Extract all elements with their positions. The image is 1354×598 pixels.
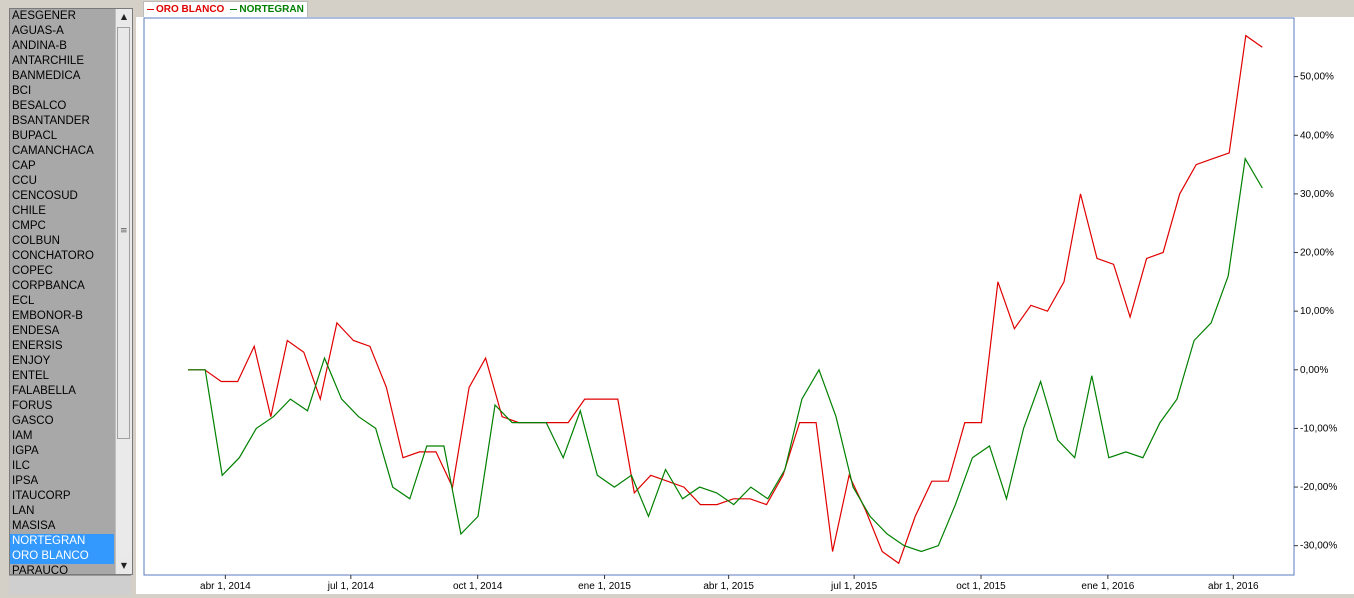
y-tick-label: -10,00% bbox=[1300, 423, 1337, 434]
stock-list: AESGENER AGUAS-A ANDINA-B ANTARCHILE BANMEDI… bbox=[10, 9, 114, 574]
x-tick-label: jul 1, 2015 bbox=[830, 581, 878, 592]
list-item[interactable]: ENJOY bbox=[10, 354, 114, 369]
y-tick-label: -20,00% bbox=[1300, 482, 1337, 493]
list-item[interactable]: IGPA bbox=[10, 444, 114, 459]
scrollbar-thumb[interactable]: ≡ bbox=[117, 27, 130, 439]
list-item[interactable]: NORTEGRAN bbox=[10, 534, 114, 549]
x-tick-label: ene 1, 2015 bbox=[578, 581, 631, 592]
list-item[interactable]: CENCOSUD bbox=[10, 189, 114, 204]
x-tick-label: abr 1, 2015 bbox=[703, 581, 754, 592]
list-item[interactable]: ENTEL bbox=[10, 369, 114, 384]
list-item[interactable]: FALABELLA bbox=[10, 384, 114, 399]
legend-label-oro-blanco: ORO BLANCO bbox=[156, 4, 225, 15]
list-item[interactable]: BSANTANDER bbox=[10, 114, 114, 129]
legend-swatch-red bbox=[147, 9, 154, 10]
legend-item-nortegran: NORTEGRAN bbox=[230, 4, 304, 15]
list-item[interactable]: EMBONOR-B bbox=[10, 309, 114, 324]
grip-icon: ≡ bbox=[120, 226, 128, 236]
list-item[interactable]: ANDINA-B bbox=[10, 39, 114, 54]
legend-label-nortegran: NORTEGRAN bbox=[239, 4, 304, 15]
list-item[interactable]: CMPC bbox=[10, 219, 114, 234]
y-tick-label: 0,00% bbox=[1300, 365, 1328, 376]
y-tick-label: 40,00% bbox=[1300, 130, 1334, 141]
list-item[interactable]: MASISA bbox=[10, 519, 114, 534]
line-chart: 50,00% 40,00% 30,00% 20,00% 10,00% 0,00% -10,0… bbox=[143, 17, 1337, 592]
list-item[interactable]: BCI bbox=[10, 84, 114, 99]
chart-legend: ORO BLANCO NORTEGRAN bbox=[143, 1, 308, 18]
list-item[interactable]: BESALCO bbox=[10, 99, 114, 114]
list-item[interactable]: ANTARCHILE bbox=[10, 54, 114, 69]
x-tick-label: oct 1, 2015 bbox=[956, 581, 1006, 592]
x-tick-label: oct 1, 2014 bbox=[453, 581, 503, 592]
x-tick-label: abr 1, 2014 bbox=[200, 581, 251, 592]
y-tick-label: 30,00% bbox=[1300, 189, 1334, 200]
stock-list-panel: AESGENER AGUAS-A ANDINA-B ANTARCHILE BANMEDI… bbox=[0, 0, 133, 595]
y-tick-label: 50,00% bbox=[1300, 72, 1334, 83]
list-scrollbar[interactable]: ▲ ≡ ▼ bbox=[115, 9, 132, 574]
list-item[interactable]: ITAUCORP bbox=[10, 489, 114, 504]
list-item[interactable]: ECL bbox=[10, 294, 114, 309]
legend-swatch-green bbox=[230, 9, 238, 10]
stock-listbox[interactable]: AESGENER AGUAS-A ANDINA-B ANTARCHILE BANMEDI… bbox=[9, 8, 133, 575]
list-item[interactable]: GASCO bbox=[10, 414, 114, 429]
list-item[interactable]: CONCHATORO bbox=[10, 249, 114, 264]
list-bottom-bar bbox=[9, 575, 131, 595]
list-item[interactable]: IAM bbox=[10, 429, 114, 444]
list-item[interactable]: ENERSIS bbox=[10, 339, 114, 354]
plot-frame bbox=[143, 17, 1295, 576]
list-item[interactable]: COPEC bbox=[10, 264, 114, 279]
list-item[interactable]: ENDESA bbox=[10, 324, 114, 339]
list-item[interactable]: FORUS bbox=[10, 399, 114, 414]
list-item[interactable]: ILC bbox=[10, 459, 114, 474]
y-tick-label: -30,00% bbox=[1300, 541, 1337, 552]
y-tick-label: 20,00% bbox=[1300, 248, 1334, 259]
list-item[interactable]: COLBUN bbox=[10, 234, 114, 249]
scroll-down-arrow-icon[interactable]: ▼ bbox=[116, 558, 132, 574]
legend-item-oro-blanco: ORO BLANCO bbox=[147, 4, 224, 15]
list-item[interactable]: BANMEDICA bbox=[10, 69, 114, 84]
list-item[interactable]: CORPBANCA bbox=[10, 279, 114, 294]
list-item[interactable]: AESGENER bbox=[10, 9, 114, 24]
list-item[interactable]: PARAUCO bbox=[10, 564, 114, 574]
list-item[interactable]: BUPACL bbox=[10, 129, 114, 144]
list-item[interactable]: AGUAS-A bbox=[10, 24, 114, 39]
list-item[interactable]: CCU bbox=[10, 174, 114, 189]
list-item[interactable]: LAN bbox=[10, 504, 114, 519]
x-tick-label: abr 1, 2016 bbox=[1208, 581, 1259, 592]
list-item[interactable]: CHILE bbox=[10, 204, 114, 219]
list-item[interactable]: ORO BLANCO bbox=[10, 549, 114, 564]
x-tick-label: jul 1, 2014 bbox=[327, 581, 375, 592]
x-tick-label: ene 1, 2016 bbox=[1081, 581, 1134, 592]
chart-area: 50,00% 40,00% 30,00% 20,00% 10,00% 0,00% -10,0… bbox=[136, 17, 1354, 594]
y-tick-label: 10,00% bbox=[1300, 306, 1334, 317]
list-item[interactable]: IPSA bbox=[10, 474, 114, 489]
scroll-up-arrow-icon[interactable]: ▲ bbox=[116, 9, 132, 25]
list-item[interactable]: CAP bbox=[10, 159, 114, 174]
list-item[interactable]: CAMANCHACA bbox=[10, 144, 114, 159]
